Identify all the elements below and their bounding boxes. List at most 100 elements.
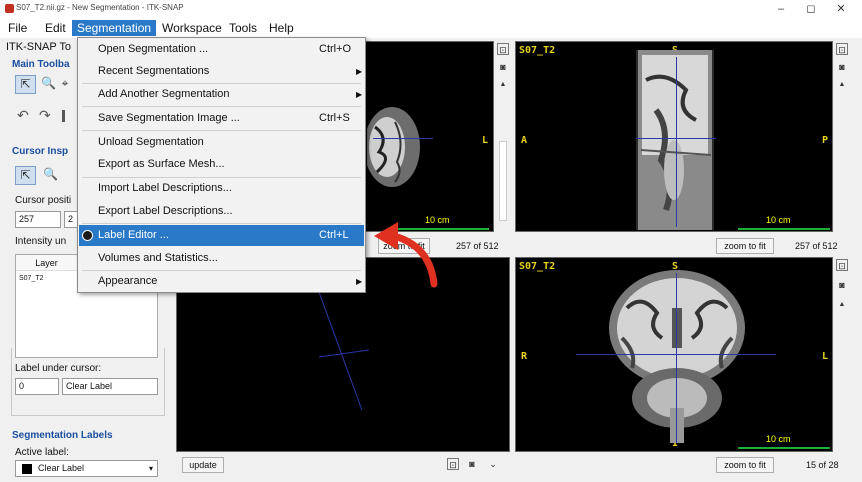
axial-side-rail: ⊡ ◙ ▲ bbox=[496, 41, 510, 232]
close-button[interactable]: ✕ bbox=[826, 1, 856, 17]
menu-tools[interactable]: Tools bbox=[224, 20, 262, 36]
menu-separator bbox=[82, 130, 361, 131]
scroll-up-icon[interactable]: ▲ bbox=[836, 79, 848, 91]
menu-import-label-descriptions[interactable]: Import Label Descriptions... bbox=[79, 178, 364, 199]
crosshair-tool-button[interactable]: ⌖ bbox=[60, 75, 70, 94]
layout-icon[interactable]: ⊡ bbox=[447, 458, 459, 470]
app-panel-title: ITK-SNAP To bbox=[6, 41, 72, 53]
sagittal-zoom-to-fit-button[interactable]: zoom to fit bbox=[716, 238, 774, 254]
menu-add-another-segmentation[interactable]: Add Another Segmentation ▶ bbox=[79, 84, 364, 105]
menu-segmentation[interactable]: Segmentation bbox=[72, 20, 157, 36]
camera-icon[interactable]: ◙ bbox=[836, 279, 848, 291]
chevron-down-icon: ▾ bbox=[148, 464, 153, 473]
coronal-zoom-to-fit-button[interactable]: zoom to fit bbox=[716, 457, 774, 473]
camera-icon[interactable]: ◙ bbox=[836, 61, 848, 73]
axial-slice-counter: 257 of 512 bbox=[456, 241, 499, 251]
layout-icon[interactable]: ⊡ bbox=[497, 43, 509, 55]
active-label-select[interactable]: Clear Label ▾ bbox=[15, 460, 158, 477]
layer-row[interactable]: S07_T2 bbox=[19, 275, 44, 282]
coronal-slice-counter: 15 of 28 bbox=[806, 460, 839, 470]
window-title: S07_T2.nii.gz - New Segmentation - ITK-S… bbox=[16, 3, 184, 12]
menu-export-surface-mesh[interactable]: Export as Surface Mesh... bbox=[79, 154, 364, 175]
layout-icon[interactable]: ⊡ bbox=[836, 43, 848, 55]
undo-icon[interactable]: ↶ bbox=[17, 107, 29, 124]
toolbar-divider bbox=[62, 110, 65, 122]
sagittal-brain-image bbox=[636, 50, 714, 230]
sagittal-right-orientation: P bbox=[822, 135, 829, 146]
menu-separator bbox=[82, 106, 361, 107]
crosshair-icon: ⌖ bbox=[61, 76, 69, 90]
zoom-icon: 🔍 bbox=[43, 167, 58, 181]
menu-bar: File Edit Segmentation Workspace Tools H… bbox=[0, 18, 862, 38]
axial-right-orientation: L bbox=[482, 135, 489, 146]
inspector-zoom-button[interactable]: 🔍 bbox=[40, 166, 61, 185]
pointer-tool-button[interactable]: ⇱ bbox=[15, 75, 36, 94]
maximize-button[interactable]: ◻ bbox=[796, 1, 826, 17]
coronal-left-orientation: R bbox=[521, 351, 528, 362]
camera-icon[interactable]: ◙ bbox=[466, 458, 478, 470]
coronal-view[interactable]: S07_T2 S R L I 10 cm bbox=[515, 257, 833, 452]
coronal-side-rail: ⊡ ◙ ▲ bbox=[835, 257, 849, 452]
axial-brain-image bbox=[367, 107, 420, 187]
title-bar: S07_T2.nii.gz - New Segmentation - ITK-S… bbox=[0, 0, 862, 18]
axial-slice-slider[interactable] bbox=[499, 141, 507, 221]
menu-edit[interactable]: Edit bbox=[40, 20, 71, 36]
menu-unload-segmentation[interactable]: Unload Segmentation bbox=[79, 132, 364, 153]
sagittal-scale-label: 10 cm bbox=[766, 215, 791, 225]
segmentation-menu: Open Segmentation ... Ctrl+O Recent Segme… bbox=[77, 37, 366, 293]
inspector-frame bbox=[11, 348, 165, 416]
coronal-view-title: S07_T2 bbox=[519, 261, 556, 272]
layout-icon[interactable]: ⊡ bbox=[836, 259, 848, 271]
axial-crosshair-horizontal bbox=[373, 138, 433, 139]
menu-save-segmentation-image[interactable]: Save Segmentation Image ... Ctrl+S bbox=[79, 108, 364, 129]
palette-icon bbox=[82, 230, 93, 241]
coronal-scale-label: 10 cm bbox=[766, 434, 791, 444]
scroll-up-icon[interactable]: ▲ bbox=[836, 299, 848, 311]
sagittal-view[interactable]: S07_T2 S A P I 10 cm bbox=[515, 41, 833, 232]
minimize-button[interactable]: – bbox=[766, 1, 796, 17]
menu-export-label-descriptions[interactable]: Export Label Descriptions... bbox=[79, 201, 364, 222]
coronal-crosshair-vertical bbox=[676, 273, 677, 443]
redo-icon[interactable]: ↷ bbox=[39, 107, 51, 124]
three-d-crosshair bbox=[319, 349, 369, 358]
menu-appearance[interactable]: Appearance ▶ bbox=[79, 271, 364, 292]
active-label-value: Clear Label bbox=[38, 463, 85, 473]
segmentation-labels-heading: Segmentation Labels bbox=[12, 430, 113, 441]
camera-icon[interactable]: ◙ bbox=[497, 61, 509, 73]
menu-volumes-and-statistics[interactable]: Volumes and Statistics... bbox=[79, 248, 364, 269]
sagittal-side-rail: ⊡ ◙ ▲ bbox=[835, 41, 849, 232]
arrow-annotation-icon bbox=[374, 222, 438, 288]
coronal-scale-bar bbox=[738, 447, 830, 449]
update-button[interactable]: update bbox=[182, 457, 224, 473]
submenu-arrow-icon: ▶ bbox=[356, 277, 363, 286]
submenu-arrow-icon: ▶ bbox=[356, 90, 363, 99]
cursor-x-field[interactable]: 257 bbox=[15, 211, 61, 228]
pointer-icon: ⇱ bbox=[20, 77, 31, 91]
menu-recent-segmentations[interactable]: Recent Segmentations ▶ bbox=[79, 61, 364, 82]
zoom-icon: 🔍 bbox=[41, 76, 56, 90]
coronal-brain-image bbox=[609, 270, 745, 443]
menu-open-segmentation[interactable]: Open Segmentation ... Ctrl+O bbox=[79, 39, 364, 60]
zoom-tool-button[interactable]: 🔍 bbox=[38, 75, 59, 94]
cursor-position-label: Cursor positi bbox=[15, 195, 72, 206]
scroll-up-icon[interactable]: ▲ bbox=[497, 79, 509, 91]
inspector-pointer-button[interactable]: ⇱ bbox=[15, 166, 36, 185]
active-label-label: Active label: bbox=[15, 447, 69, 458]
intensity-under-cursor-label: Intensity un bbox=[15, 236, 67, 247]
submenu-arrow-icon: ▶ bbox=[356, 67, 363, 76]
menu-file[interactable]: File bbox=[3, 20, 32, 36]
menu-separator bbox=[82, 223, 361, 224]
sagittal-scale-bar bbox=[738, 228, 830, 230]
cursor-inspector-heading: Cursor Insp bbox=[12, 146, 69, 157]
menu-workspace[interactable]: Workspace bbox=[157, 20, 227, 36]
pointer-icon: ⇱ bbox=[20, 168, 31, 182]
menu-help[interactable]: Help bbox=[264, 20, 299, 36]
sagittal-left-orientation: A bbox=[521, 135, 528, 146]
sagittal-crosshair-vertical bbox=[676, 57, 677, 227]
layer-column-header: Layer bbox=[16, 255, 78, 271]
menu-label-editor[interactable]: Label Editor ... Ctrl+L bbox=[79, 225, 364, 246]
itksnap-app-icon bbox=[5, 4, 14, 13]
chevron-down-icon[interactable]: ⌄ bbox=[487, 458, 499, 470]
sagittal-slice-counter: 257 of 512 bbox=[795, 241, 838, 251]
coronal-right-orientation: L bbox=[822, 351, 829, 362]
